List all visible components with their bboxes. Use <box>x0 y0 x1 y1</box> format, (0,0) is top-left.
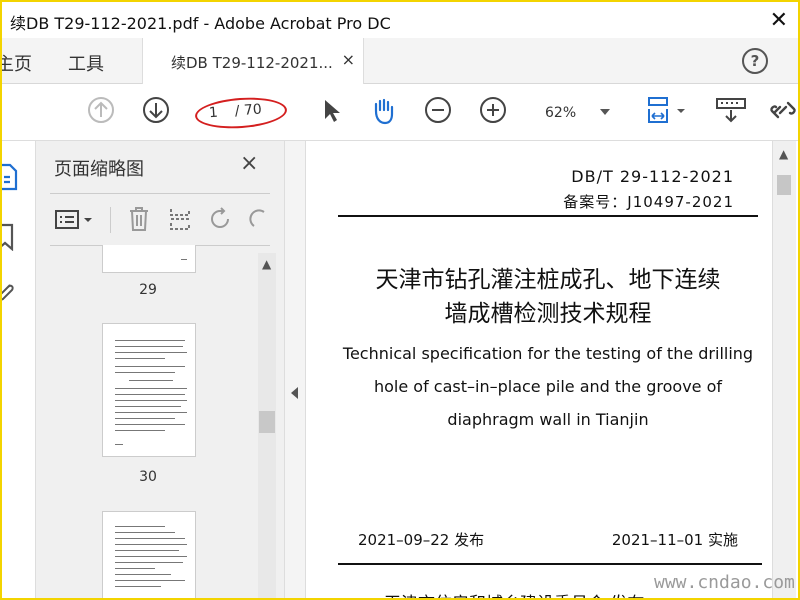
document-tab-label: 续DB T29-112-2021... <box>171 54 333 72</box>
zoom-level[interactable]: 62% <box>545 105 576 121</box>
release-date: 2021–09–22 发布 <box>358 531 485 549</box>
options-menu-icon[interactable] <box>54 209 96 231</box>
page-thumbnails-icon[interactable] <box>2 163 18 191</box>
page-thumbnail[interactable] <box>102 323 196 457</box>
window-title: 续DB T29-112-2021.pdf - Adobe Acrobat Pro… <box>10 14 391 33</box>
hand-tool-icon[interactable] <box>368 95 398 125</box>
chinese-title: 天津市钻孔灌注桩成孔、地下连续 墙成槽检测技术规程 <box>338 263 758 331</box>
attachment-icon[interactable] <box>2 279 16 307</box>
page-number-label: 30 <box>139 469 157 485</box>
tab-row: 主页 工具 续DB T29-112-2021... × ? <box>2 38 798 84</box>
chinese-title-line: 墙成槽检测技术规程 <box>444 301 652 327</box>
english-title: Technical specification for the testing … <box>338 337 758 436</box>
panel-collapse-handle[interactable] <box>284 141 306 598</box>
page-number-annotation: 1 / 70 <box>194 94 288 132</box>
page-total: / 70 <box>234 101 263 120</box>
help-icon[interactable]: ? <box>742 48 768 74</box>
date-row: 2021–09–22 发布 2021–11–01 实施 <box>358 529 738 550</box>
title-bar: 续DB T29-112-2021.pdf - Adobe Acrobat Pro… <box>2 2 798 38</box>
record-number: 备案号：J10497-2021 <box>563 193 734 211</box>
thumbnail-toolbar <box>50 201 280 241</box>
rotate-counterclockwise-icon[interactable] <box>208 206 234 232</box>
keyboard-tool-icon[interactable] <box>714 95 748 125</box>
english-title-line: diaphragm wall in Tianjin <box>447 410 649 429</box>
english-title-line: hole of cast–in–place pile and the groov… <box>373 377 723 396</box>
rotate-clockwise-icon[interactable] <box>248 206 266 232</box>
link-icon[interactable] <box>768 95 798 125</box>
menu-tools[interactable]: 工具 <box>68 50 104 76</box>
acrobat-window: 续DB T29-112-2021.pdf - Adobe Acrobat Pro… <box>2 2 798 598</box>
page-thumbnail[interactable] <box>102 511 196 598</box>
bookmarks-icon[interactable] <box>2 223 16 251</box>
document-tab[interactable]: 续DB T29-112-2021... × <box>142 38 364 84</box>
header-rule <box>338 215 758 217</box>
page-thumbnails-panel: 页面缩略图 × 29 30 ▲ <box>36 141 284 598</box>
toolbar: 1 / 70 62% <box>2 85 798 141</box>
page-fit-icon[interactable] <box>644 95 688 125</box>
thumbnails-scrollbar[interactable]: ▲ <box>258 253 276 598</box>
pdf-page: DB/T 29-112-2021 备案号：J10497-2021 天津市钻孔灌注… <box>324 141 762 598</box>
left-nav-strip <box>2 141 36 598</box>
scrollbar-thumb[interactable] <box>777 175 791 195</box>
page-number-label: 29 <box>139 282 157 298</box>
document-scrollbar[interactable]: ▲ <box>772 141 796 598</box>
close-tab-icon[interactable]: × <box>342 50 355 69</box>
panel-title: 页面缩略图 <box>54 159 144 180</box>
page-number-input[interactable]: 1 <box>208 105 218 122</box>
next-page-icon[interactable] <box>141 95 171 125</box>
divider <box>50 193 270 194</box>
watermark: www.cndao.com <box>654 572 795 593</box>
window-close-icon[interactable]: ✕ <box>770 8 788 33</box>
zoom-dropdown-icon[interactable] <box>600 109 610 115</box>
chinese-title-line: 天津市钻孔灌注桩成孔、地下连续 <box>375 267 721 293</box>
zoom-in-icon[interactable] <box>478 95 508 125</box>
effective-date: 2021–11–01 实施 <box>611 531 738 549</box>
select-cursor-icon[interactable] <box>316 95 346 125</box>
divider <box>110 207 111 233</box>
page-thumbnail[interactable] <box>102 245 196 273</box>
english-title-line: Technical specification for the testing … <box>342 344 754 363</box>
panel-close-icon[interactable]: × <box>240 151 258 176</box>
chevron-left-icon <box>291 387 298 399</box>
zoom-out-icon[interactable] <box>423 95 453 125</box>
chevron-up-icon[interactable]: ▲ <box>779 147 788 161</box>
scrollbar-thumb[interactable] <box>259 411 275 433</box>
delete-page-icon[interactable] <box>128 206 150 232</box>
menu-home[interactable]: 主页 <box>2 50 32 76</box>
document-viewer: DB/T 29-112-2021 备案号：J10497-2021 天津市钻孔灌注… <box>306 141 798 598</box>
standard-number: DB/T 29-112-2021 <box>571 167 734 186</box>
issuer: 天津市住房和城乡建设委员会 发布 <box>384 589 644 598</box>
previous-page-icon[interactable] <box>86 95 116 125</box>
chevron-up-icon[interactable]: ▲ <box>262 257 271 271</box>
extract-page-icon[interactable] <box>168 206 192 232</box>
footer-rule <box>338 563 762 565</box>
